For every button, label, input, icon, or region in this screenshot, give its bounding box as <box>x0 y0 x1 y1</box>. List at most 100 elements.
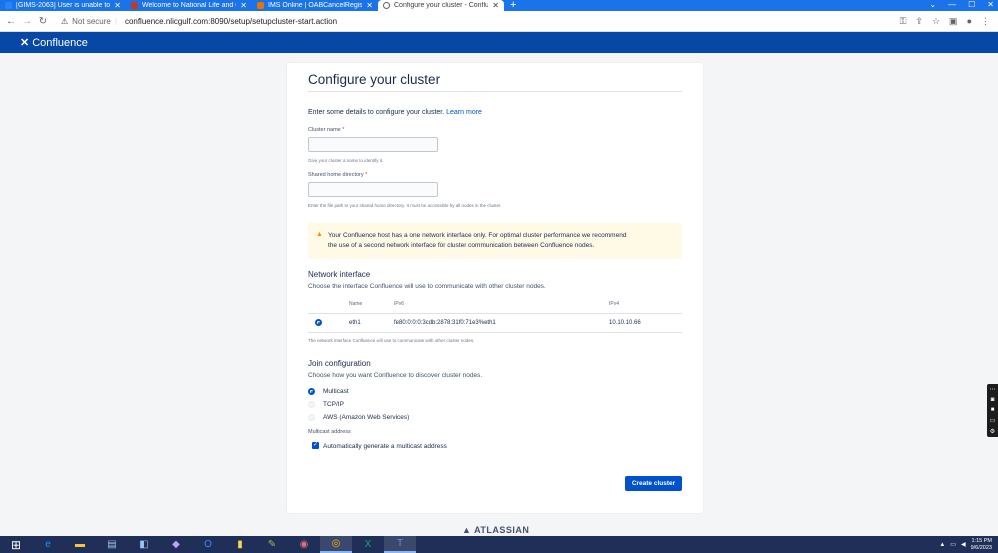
tcpip-label[interactable]: TCP/IP <box>323 401 344 408</box>
key-icon[interactable]: ⚿ <box>900 16 907 27</box>
confluence-logo-icon[interactable]: ✕ <box>20 36 29 49</box>
back-icon[interactable]: ← <box>3 16 19 27</box>
volume-icon[interactable]: ◀ <box>961 541 966 548</box>
multicast-label[interactable]: Multicast <box>323 388 349 395</box>
sticky-notes-icon[interactable]: ▮ <box>224 536 256 553</box>
shared-home-input[interactable] <box>308 182 438 197</box>
auto-multicast-checkbox[interactable]: ✓ <box>312 442 319 449</box>
interface-radio-eth1[interactable] <box>315 319 322 326</box>
divider: | <box>114 16 117 26</box>
grip-icon[interactable]: ⋯ <box>990 386 996 393</box>
setup-card: Configure your cluster Enter some detail… <box>287 63 703 513</box>
app-icon[interactable]: ✎ <box>256 536 288 553</box>
windows-start-icon[interactable]: ⊞ <box>0 536 32 553</box>
required-mark: * <box>342 127 345 133</box>
camera-icon[interactable]: ◙ <box>991 397 995 403</box>
cluster-name-help: Give your cluster a name to identify it. <box>308 158 384 163</box>
create-cluster-button[interactable]: Create cluster <box>625 476 682 491</box>
outlook-icon[interactable]: O <box>192 536 224 553</box>
tab-search-icon[interactable]: ⌄ <box>929 0 936 10</box>
tab-close-icon[interactable]: ✕ <box>492 1 499 10</box>
atlassian-triangle-icon: ▲ <box>462 525 472 535</box>
cluster-name-label-text: Cluster name <box>308 127 341 133</box>
tab-close-icon[interactable]: ✕ <box>114 1 121 10</box>
tab-title: Configure your cluster - Conflue <box>394 2 489 9</box>
profile-icon[interactable]: ● <box>967 16 972 27</box>
multicast-radio[interactable] <box>308 388 315 395</box>
join-heading: Join configuration <box>308 359 371 368</box>
not-secure-label[interactable]: Not secure <box>72 17 111 26</box>
minimize-icon[interactable]: — <box>948 0 956 10</box>
warning-line-2: the use of a second network interface fo… <box>328 242 595 249</box>
table-divider <box>308 332 682 333</box>
column-header-ipv6: IPv6 <box>394 301 405 307</box>
jira-favicon-icon <box>5 2 12 9</box>
browser-tab[interactable]: [GIMS-2063] User is unable to p ✕ <box>0 0 126 11</box>
side-panel-icon[interactable]: ▣ <box>949 16 958 27</box>
browser-toolbar: ← → ↻ ⚠ Not secure | confluence.nlicgulf… <box>0 11 998 32</box>
shared-home-label-text: Shared home directory <box>308 172 364 178</box>
cluster-name-input[interactable] <box>308 137 438 152</box>
app-icon[interactable]: ◧ <box>128 536 160 553</box>
file-explorer-icon[interactable]: ▬ <box>64 536 96 553</box>
join-subtitle: Choose how you want Confluence to discov… <box>308 372 483 379</box>
clock-date: 9/6/2023 <box>970 544 992 551</box>
tab-title: [GIMS-2063] User is unable to p <box>16 2 111 9</box>
video-icon[interactable]: ■ <box>991 407 995 413</box>
teams-icon[interactable]: T <box>384 536 416 553</box>
column-header-name: Name <box>349 301 363 307</box>
intro-text: Enter some details to configure your clu… <box>308 109 482 116</box>
close-window-icon[interactable]: ✕ <box>987 0 994 10</box>
page-title: Configure your cluster <box>308 72 441 87</box>
address-bar[interactable]: ⚠ Not secure | confluence.nlicgulf.com:8… <box>61 17 337 26</box>
atlassian-brand: ATLASSIAN <box>474 525 530 535</box>
tab-close-icon[interactable]: ✕ <box>366 1 373 10</box>
shared-home-label: Shared home directory * <box>308 172 367 178</box>
settings-icon[interactable]: ⚙ <box>990 428 995 435</box>
new-tab-button[interactable]: + <box>504 0 522 11</box>
table-cell-ipv6: fe80:0:0:0:3cdb:2878:31f0:71e3%eth1 <box>394 320 496 326</box>
maximize-icon[interactable]: ☐ <box>968 0 975 10</box>
internet-explorer-icon[interactable]: e <box>32 536 64 553</box>
share-icon[interactable]: ⇪ <box>915 16 923 27</box>
warning-icon: ▲ <box>316 231 323 238</box>
star-icon[interactable]: ☆ <box>932 16 940 27</box>
network-icon[interactable]: ▭ <box>950 541 956 548</box>
reload-icon[interactable]: ↻ <box>35 16 51 27</box>
clock-time: 1:15 PM <box>971 537 992 544</box>
browser-actions: ⚿ ⇪ ☆ ▣ ● ⋮ <box>900 16 998 27</box>
globe-favicon-icon <box>383 2 390 9</box>
warning-line-1: Your Confluence host has a one network i… <box>328 232 627 239</box>
forward-icon[interactable]: → <box>19 16 35 27</box>
column-header-ipv4: IPv4 <box>609 301 620 307</box>
browser-tab[interactable]: IMS Online | OABCancelRegister ✕ <box>252 0 378 11</box>
clock[interactable]: 1:15 PM 9/6/2023 <box>971 538 992 552</box>
menu-icon[interactable]: ⋮ <box>981 16 990 27</box>
aws-label[interactable]: AWS (Amazon Web Services) <box>323 414 409 421</box>
warning-icon[interactable]: ⚠ <box>61 17 68 26</box>
multicast-address-label: Multicast address <box>308 429 351 435</box>
window-controls: ⌄ — ☐ ✕ <box>929 0 994 10</box>
app-icon[interactable]: ▤ <box>96 536 128 553</box>
table-cell-ipv4: 10.10.10.66 <box>609 320 641 326</box>
screen-icon[interactable]: ▭ <box>990 417 996 424</box>
confluence-header: ✕ Confluence <box>0 32 998 53</box>
browser-tab-active[interactable]: Configure your cluster - Conflue ✕ <box>378 0 504 11</box>
auto-multicast-label[interactable]: Automatically generate a multicast addre… <box>323 443 447 450</box>
tray-expand-icon[interactable]: ▲ <box>939 542 945 548</box>
browser-tab[interactable]: Welcome to National Life and Ge ✕ <box>126 0 252 11</box>
tab-close-icon[interactable]: ✕ <box>240 1 247 10</box>
app-icon[interactable]: ◆ <box>160 536 192 553</box>
network-subtitle: Choose the interface Confluence will use… <box>308 283 546 290</box>
app-icon[interactable]: ◉ <box>288 536 320 553</box>
url-text[interactable]: confluence.nlicgulf.com:8090/setup/setup… <box>125 17 337 26</box>
chrome-icon[interactable]: ◎ <box>320 536 352 553</box>
tcpip-radio[interactable] <box>308 401 315 408</box>
confluence-brand[interactable]: Confluence <box>32 37 88 49</box>
excel-icon[interactable]: X <box>352 536 384 553</box>
aws-radio[interactable] <box>308 414 315 421</box>
tab-title: IMS Online | OABCancelRegister <box>268 2 363 9</box>
network-help: The network interface Confluence will us… <box>308 338 475 343</box>
learn-more-link[interactable]: Learn more <box>446 109 482 116</box>
network-heading: Network interface <box>308 270 371 279</box>
